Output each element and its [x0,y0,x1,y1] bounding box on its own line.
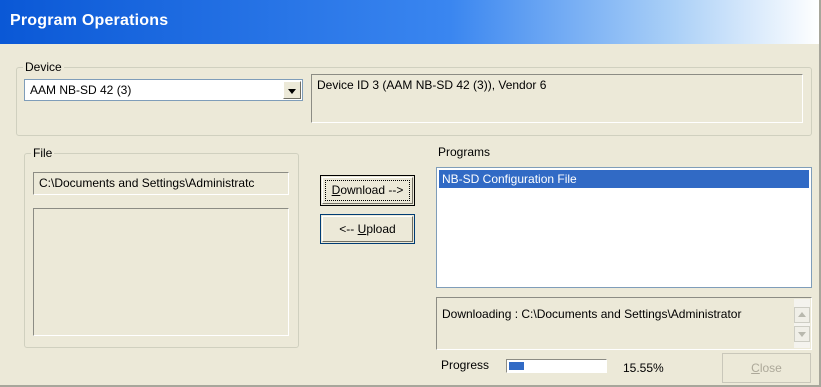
title-bar[interactable]: Program Operations [0,0,819,44]
file-legend: File [31,146,55,160]
upload-button-label: <-- Upload [339,222,396,236]
device-legend: Device [23,60,64,74]
device-selected-value: AAM NB-SD 42 (3) [30,83,132,97]
progress-label: Progress [441,358,490,372]
close-button[interactable]: Close [722,353,811,383]
download-button-label: Download --> [331,183,404,197]
status-scrollbar[interactable] [794,299,810,348]
download-button[interactable]: Download --> [320,175,415,206]
status-box: Downloading : C:\Documents and Settings\… [436,297,812,350]
device-info-text: Device ID 3 (AAM NB-SD 42 (3)), Vendor 6 [317,78,547,92]
program-item-selected[interactable]: NB-SD Configuration File [439,170,809,188]
upload-button[interactable]: <-- Upload [320,214,415,244]
chevron-down-icon[interactable] [283,81,301,99]
scroll-down-icon[interactable] [794,326,810,342]
program-item-label: NB-SD Configuration File [442,172,577,186]
window-title: Program Operations [10,12,169,29]
scroll-up-icon[interactable] [794,307,810,323]
progress-percent: 15.55% [623,361,664,375]
device-info-box: Device ID 3 (AAM NB-SD 42 (3)), Vendor 6 [311,74,803,123]
device-combobox[interactable]: AAM NB-SD 42 (3) [24,79,303,101]
programs-listbox[interactable]: NB-SD Configuration File [436,167,812,288]
status-text: Downloading : C:\Documents and Settings\… [442,307,742,321]
progress-bar [506,359,607,373]
file-details-box [33,208,289,336]
file-path-box: C:\Documents and Settings\Administratc [33,172,289,195]
file-path-text: C:\Documents and Settings\Administratc [39,176,255,190]
programs-label: Programs [438,145,491,159]
program-operations-window: Program Operations Device AAM NB-SD 42 (… [0,0,821,387]
progress-fill [509,362,524,370]
